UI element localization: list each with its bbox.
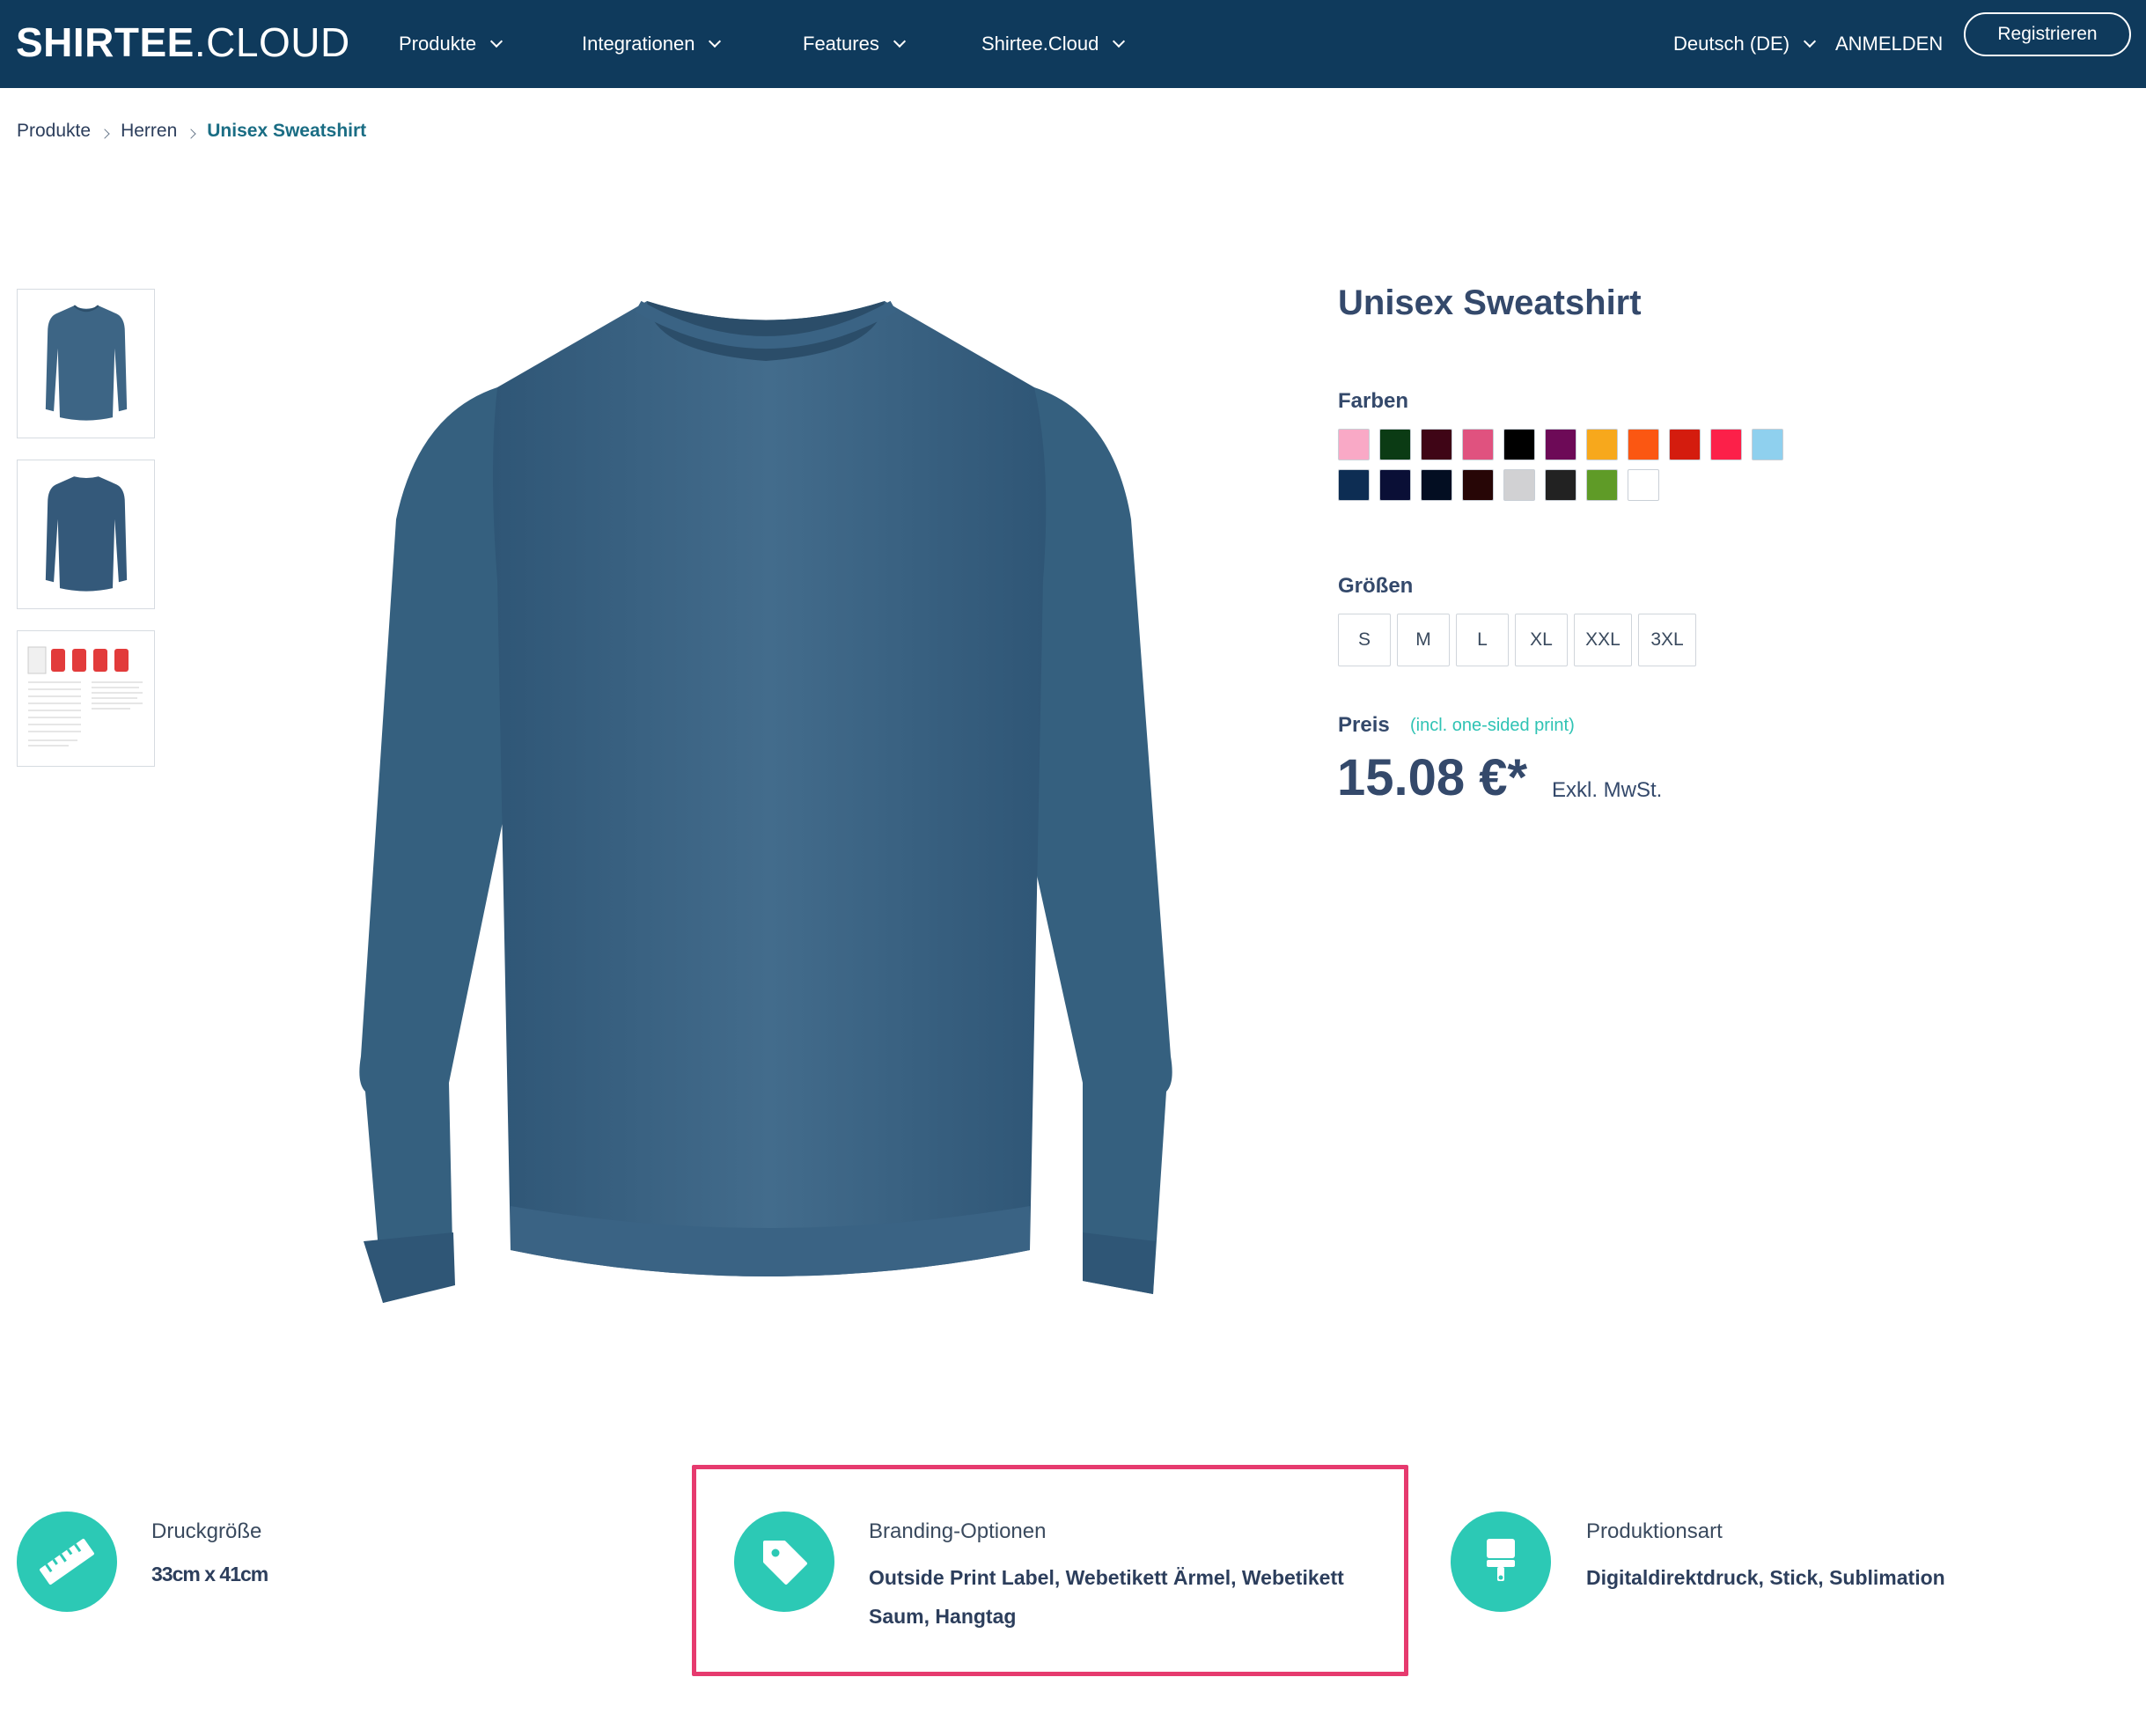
chevron-right-icon (186, 129, 196, 139)
sweatshirt-illustration (359, 300, 1172, 1303)
product-title: Unisex Sweatshirt (1338, 283, 1642, 322)
color-swatch[interactable] (1545, 469, 1576, 501)
color-swatch[interactable] (1421, 469, 1452, 501)
login-link[interactable]: ANMELDEN (1835, 21, 1943, 67)
size-option-l[interactable]: L (1456, 614, 1509, 666)
color-swatch[interactable] (1462, 469, 1494, 501)
color-swatch[interactable] (1710, 429, 1742, 460)
ruler-icon (17, 1512, 117, 1612)
color-swatch[interactable] (1503, 469, 1535, 501)
nav-item-shirtee-cloud[interactable]: Shirtee.Cloud (981, 21, 1126, 67)
thumbnail-back[interactable] (17, 460, 155, 609)
logo-text-light: .CLOUD (194, 19, 350, 65)
product-price: 15.08 €* (1337, 749, 1528, 806)
chevron-down-icon (489, 34, 503, 48)
colors-label: Farben (1338, 389, 1409, 413)
price-label: Preis (1338, 713, 1390, 737)
sweatshirt-front-thumbnail-image (45, 305, 127, 421)
shirtee-logo[interactable]: SHIRTEE .CLOUD (16, 14, 350, 70)
paint-roller-icon (1451, 1512, 1551, 1612)
nav-item-features[interactable]: Features (803, 21, 906, 67)
login-label: ANMELDEN (1835, 33, 1944, 55)
color-swatch[interactable] (1628, 469, 1659, 501)
size-option-s[interactable]: S (1338, 614, 1391, 666)
sweatshirt-back-thumbnail-image (45, 476, 127, 592)
logo-text-bold: SHIRTEE (16, 19, 195, 65)
color-swatch[interactable] (1628, 429, 1659, 460)
color-swatch[interactable] (1545, 429, 1576, 460)
breadcrumb: Produkte Herren Unisex Sweatshirt (17, 121, 366, 142)
color-swatch[interactable] (1586, 469, 1618, 501)
thumbnail-size-chart[interactable] (17, 630, 155, 767)
nav-item-produkte[interactable]: Produkte (399, 21, 503, 67)
nav-item-label: Produkte (399, 33, 477, 55)
feature-value-production: Digitaldirektdruck, Stick, Sublimation (1586, 1566, 1945, 1589)
language-selector[interactable]: Deutsch (DE) (1673, 21, 1817, 67)
size-option-xxl[interactable]: XXL (1574, 614, 1632, 666)
size-option-xl[interactable]: XL (1515, 614, 1568, 666)
color-swatch[interactable] (1338, 469, 1370, 501)
breadcrumb-item-produkte[interactable]: Produkte (17, 121, 91, 142)
nav-item-label: Shirtee.Cloud (981, 33, 1099, 55)
size-option-3xl[interactable]: 3XL (1638, 614, 1696, 666)
main-product-image (348, 291, 1184, 1329)
vat-note: Exkl. MwSt. (1552, 778, 1663, 802)
color-swatch[interactable] (1669, 429, 1701, 460)
color-swatch[interactable] (1338, 429, 1370, 460)
color-swatches (1338, 429, 1796, 501)
top-navigation: SHIRTEE .CLOUD Produkte Integrationen Fea… (0, 0, 2146, 88)
color-swatch[interactable] (1752, 429, 1783, 460)
size-option-m[interactable]: M (1397, 614, 1450, 666)
nav-item-label: Features (803, 33, 879, 55)
feature-value-branding-line1: Outside Print Label, Webetikett Ärmel, W… (869, 1566, 1344, 1589)
feature-label-production: Produktionsart (1586, 1519, 1723, 1543)
chevron-down-icon (1803, 34, 1817, 48)
breadcrumb-item-herren[interactable]: Herren (121, 121, 177, 142)
chevron-down-icon (893, 34, 906, 48)
register-button[interactable]: Registrieren (1964, 12, 2131, 56)
size-options: S M L XL XXL 3XL (1338, 614, 1696, 666)
tag-icon (734, 1512, 834, 1612)
color-swatch[interactable] (1462, 429, 1494, 460)
register-label: Registrieren (1997, 24, 2098, 44)
chevron-down-icon (1113, 34, 1126, 48)
size-chart-thumbnail-image (27, 646, 143, 746)
price-note: (incl. one-sided print) (1410, 716, 1575, 735)
nav-item-label: Integrationen (582, 33, 695, 55)
breadcrumb-item-current: Unisex Sweatshirt (207, 121, 367, 141)
feature-label-branding: Branding-Optionen (869, 1519, 1047, 1543)
color-swatch[interactable] (1586, 429, 1618, 460)
chevron-right-icon (99, 129, 110, 139)
feature-value-print-size: 33cm x 41cm (151, 1563, 268, 1585)
thumbnail-front[interactable] (17, 289, 155, 438)
chevron-down-icon (709, 34, 722, 48)
color-swatch[interactable] (1379, 469, 1411, 501)
sizes-label: Größen (1338, 574, 1414, 598)
feature-value-branding-line2: Saum, Hangtag (869, 1605, 1017, 1628)
color-swatch[interactable] (1421, 429, 1452, 460)
nav-item-integrationen[interactable]: Integrationen (582, 21, 722, 67)
color-swatch[interactable] (1379, 429, 1411, 460)
color-swatch[interactable] (1503, 429, 1535, 460)
feature-label-print-size: Druckgröße (151, 1519, 262, 1543)
language-label: Deutsch (DE) (1673, 33, 1790, 55)
